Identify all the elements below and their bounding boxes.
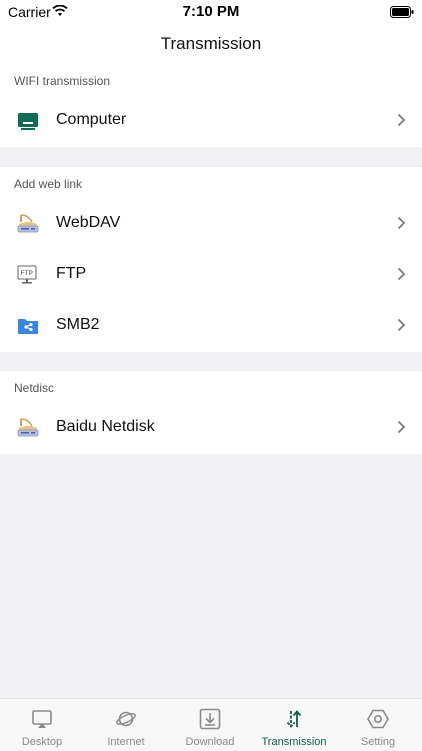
tab-download[interactable]: Download (168, 699, 252, 751)
section-header: Add web link (0, 167, 422, 199)
tab-desktop[interactable]: Desktop (0, 699, 84, 751)
tab-label: Setting (360, 736, 396, 748)
tab-label: Desktop (21, 736, 63, 748)
planet-icon (115, 708, 137, 735)
ftp-icon: FTP (16, 263, 40, 287)
chevron-right-icon (397, 216, 406, 235)
status-bar: Carrier 7:10 PM (0, 0, 422, 24)
tab-internet[interactable]: Internet (84, 699, 168, 751)
tab-label: Internet (107, 736, 145, 748)
list-item-baidu-netdisk[interactable]: Baidu Netdisk (0, 403, 422, 454)
section-title: Add web link (14, 177, 83, 191)
list-item-computer[interactable]: Computer (0, 96, 422, 147)
chevron-right-icon (397, 113, 406, 132)
list-item-label: Baidu Netdisk (56, 418, 155, 435)
list-item-smb2[interactable]: SMB2 (0, 301, 422, 352)
section-netdisc: Netdisc Baidu Netdisk (0, 371, 422, 454)
list-item-webdav[interactable]: WebDAV (0, 199, 422, 250)
smb-folder-icon (16, 314, 40, 338)
chevron-right-icon (397, 267, 406, 286)
baidu-router-icon (16, 416, 40, 440)
section-title: WIFI transmission (14, 74, 111, 88)
battery-icon (390, 5, 414, 23)
navigation-bar: Transmission (0, 24, 422, 64)
section-title: Netdisc (14, 381, 55, 395)
list-item-ftp[interactable]: FTP FTP (0, 250, 422, 301)
monitor-icon (16, 109, 40, 133)
section-add-web-link: Add web link WebDAV FTP FTP SMB2 (0, 167, 422, 352)
clock: 7:10 PM (182, 3, 240, 20)
svg-text:FTP: FTP (21, 270, 33, 277)
tab-transmission[interactable]: Transmission (252, 699, 336, 751)
list-item-label: Computer (56, 111, 127, 128)
transfer-arrows-icon (283, 708, 305, 735)
section-wifi-transmission: WIFI transmission Computer (0, 64, 422, 147)
download-icon (199, 708, 221, 735)
tab-bar: Desktop Internet Download Transmission S… (0, 698, 422, 751)
chevron-right-icon (397, 318, 406, 337)
chevron-right-icon (397, 420, 406, 439)
list-item-label: FTP (56, 265, 87, 282)
desktop-airplay-icon (31, 708, 53, 735)
list-item-label: WebDAV (56, 214, 121, 231)
section-header: Netdisc (0, 371, 422, 403)
tab-label: Download (185, 736, 235, 748)
tab-label: Transmission (261, 736, 327, 748)
hexagon-settings-icon (367, 708, 389, 735)
list-item-label: SMB2 (56, 316, 100, 333)
tab-setting[interactable]: Setting (336, 699, 420, 751)
page-title: Transmission (160, 34, 262, 53)
section-header: WIFI transmission (0, 64, 422, 96)
webdav-router-icon (16, 212, 40, 236)
